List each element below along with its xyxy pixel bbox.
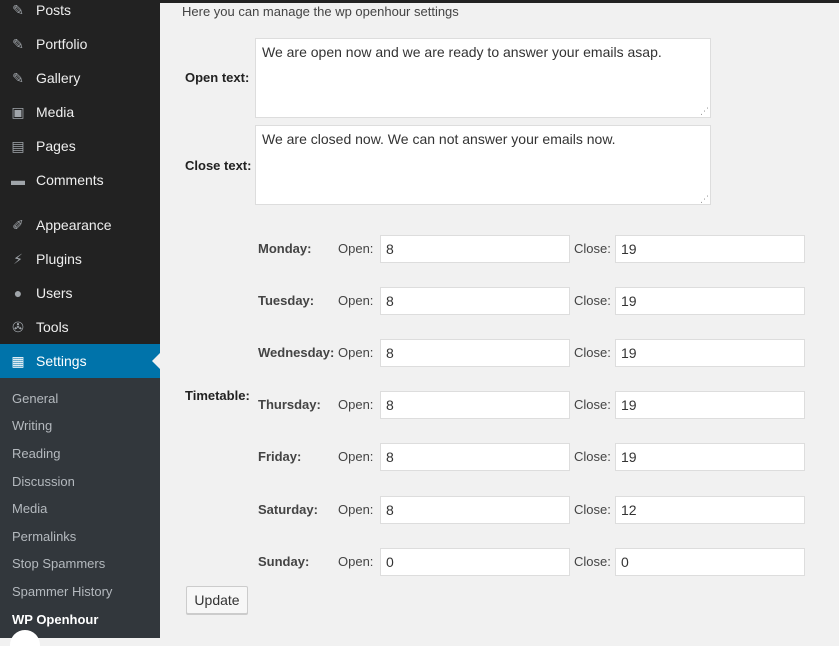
- sidebar-item-label: Gallery: [36, 70, 81, 86]
- sidebar-item-plugins[interactable]: ⚡ Plugins: [0, 242, 160, 276]
- open-text-field[interactable]: We are open now and we are ready to answ…: [255, 38, 711, 118]
- saturday-close-input[interactable]: [615, 496, 805, 524]
- sidebar-item-label: Portfolio: [36, 36, 88, 52]
- close-label: Close:: [574, 397, 611, 412]
- sidebar-item-label: Pages: [36, 138, 76, 154]
- open-label: Open:: [338, 241, 374, 256]
- sidebar-item-tools[interactable]: ✇ Tools: [0, 310, 160, 344]
- update-button[interactable]: Update: [186, 586, 248, 614]
- day-label-saturday: Saturday:: [258, 502, 318, 517]
- wednesday-open-input[interactable]: [380, 339, 570, 367]
- sidebar-item-settings[interactable]: ▦ Settings: [0, 344, 160, 378]
- open-text-label: Open text:: [185, 70, 250, 85]
- appearance-icon: ✐: [12, 216, 24, 233]
- friday-close-input[interactable]: [615, 443, 805, 471]
- sidebar-item-posts[interactable]: ✎ Posts: [0, 0, 160, 27]
- sidebar-item-appearance[interactable]: ✐ Appearance: [0, 208, 160, 242]
- admin-top-bar: [160, 0, 839, 3]
- day-label-tuesday: Tuesday:: [258, 293, 315, 308]
- open-label: Open:: [338, 397, 374, 412]
- open-label: Open:: [338, 293, 374, 308]
- timetable-label: Timetable:: [185, 388, 250, 403]
- day-label-thursday: Thursday:: [258, 397, 321, 412]
- sunday-open-input[interactable]: [380, 548, 570, 576]
- day-label-wednesday: Wednesday:: [258, 345, 335, 360]
- close-label: Close:: [574, 449, 611, 464]
- users-icon: ●: [13, 285, 23, 301]
- sidebar-item-label: Comments: [36, 172, 104, 188]
- open-label: Open:: [338, 554, 374, 569]
- tools-icon: ✇: [12, 318, 24, 335]
- pushpin-icon: ✎: [12, 35, 24, 52]
- day-label-monday: Monday:: [258, 241, 312, 256]
- monday-open-input[interactable]: [380, 235, 570, 263]
- open-label: Open:: [338, 502, 374, 517]
- open-label: Open:: [338, 449, 374, 464]
- saturday-open-input[interactable]: [380, 496, 570, 524]
- page-intro: Here you can manage the wp openhour sett…: [182, 4, 459, 19]
- avatar: [10, 630, 40, 646]
- close-text-field[interactable]: We are closed now. We can not answer you…: [255, 125, 711, 205]
- sidebar-item-media[interactable]: ▣ Media: [0, 95, 160, 129]
- monday-close-input[interactable]: [615, 235, 805, 263]
- sidebar-item-portfolio[interactable]: ✎ Portfolio: [0, 27, 160, 61]
- submenu-item-general[interactable]: General: [12, 391, 58, 406]
- settings-icon: ▦: [11, 352, 25, 369]
- admin-sidebar: ✎ Posts ✎ Portfolio ✎ Gallery ▣ Media ▤ …: [0, 0, 160, 646]
- sunday-close-input[interactable]: [615, 548, 805, 576]
- submenu-item-reading[interactable]: Reading: [12, 446, 60, 461]
- pushpin-icon: ✎: [12, 1, 24, 18]
- resize-handle-icon[interactable]: ⋰: [700, 106, 710, 116]
- submenu-item-stop-spammers[interactable]: Stop Spammers: [12, 556, 105, 571]
- close-text-label: Close text:: [185, 158, 252, 173]
- sidebar-item-comments[interactable]: ▬ Comments: [0, 163, 160, 197]
- sidebar-item-label: Plugins: [36, 251, 82, 267]
- sidebar-item-gallery[interactable]: ✎ Gallery: [0, 61, 160, 95]
- submenu-item-discussion[interactable]: Discussion: [12, 474, 75, 489]
- thursday-close-input[interactable]: [615, 391, 805, 419]
- day-label-friday: Friday:: [258, 449, 302, 464]
- submenu-item-spammer-history[interactable]: Spammer History: [12, 584, 112, 599]
- close-label: Close:: [574, 345, 611, 360]
- close-label: Close:: [574, 554, 611, 569]
- close-label: Close:: [574, 241, 611, 256]
- sidebar-item-label: Users: [36, 285, 73, 301]
- comments-icon: ▬: [11, 172, 25, 188]
- plugins-icon: ⚡: [13, 250, 23, 267]
- media-icon: ▣: [11, 103, 25, 120]
- sidebar-item-label: Settings: [36, 353, 87, 369]
- sidebar-item-label: Appearance: [36, 217, 112, 233]
- sidebar-item-pages[interactable]: ▤ Pages: [0, 129, 160, 163]
- day-label-sunday: Sunday:: [258, 554, 310, 569]
- close-label: Close:: [574, 502, 611, 517]
- sidebar-item-users[interactable]: ● Users: [0, 276, 160, 310]
- submenu-item-permalinks[interactable]: Permalinks: [12, 529, 76, 544]
- resize-handle-icon[interactable]: ⋰: [700, 194, 710, 204]
- wednesday-close-input[interactable]: [615, 339, 805, 367]
- thursday-open-input[interactable]: [380, 391, 570, 419]
- submenu-item-wp-openhour[interactable]: WP Openhour: [12, 612, 98, 627]
- tuesday-open-input[interactable]: [380, 287, 570, 315]
- pushpin-icon: ✎: [12, 69, 24, 86]
- tuesday-close-input[interactable]: [615, 287, 805, 315]
- settings-submenu: General Writing Reading Discussion Media…: [0, 378, 160, 646]
- sidebar-item-label: Media: [36, 104, 75, 120]
- open-label: Open:: [338, 345, 374, 360]
- sidebar-item-label: Tools: [36, 319, 69, 335]
- pages-icon: ▤: [11, 137, 25, 154]
- close-label: Close:: [574, 293, 611, 308]
- submenu-item-writing[interactable]: Writing: [12, 418, 52, 433]
- sidebar-item-label: Posts: [36, 2, 72, 18]
- submenu-item-media[interactable]: Media: [12, 501, 47, 516]
- friday-open-input[interactable]: [380, 443, 570, 471]
